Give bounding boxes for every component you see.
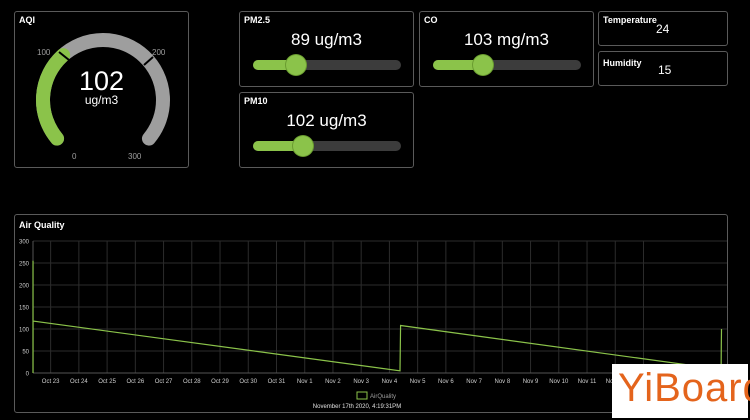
x-tick-label: Oct 31	[268, 379, 286, 385]
logo-text: YiBoard	[618, 366, 750, 410]
y-tick-label: 150	[19, 306, 30, 312]
y-tick-label: 250	[19, 262, 30, 268]
x-tick-label: Oct 27	[155, 379, 173, 385]
x-tick-label: Nov 5	[410, 379, 426, 385]
x-tick-label: Nov 2	[325, 379, 341, 385]
y-tick-label: 300	[19, 240, 30, 246]
x-tick-label: Nov 8	[494, 379, 510, 385]
legend-swatch	[356, 391, 368, 400]
x-tick-label: Nov 1	[297, 379, 313, 385]
x-tick-label: Nov 4	[382, 379, 398, 385]
x-tick-label: Nov 10	[549, 379, 569, 385]
y-tick-label: 100	[19, 328, 30, 334]
chart-footer: November 17th 2020, 4:19:31PM	[313, 404, 401, 410]
x-tick-label: Oct 28	[183, 379, 201, 385]
x-tick-label: Oct 30	[239, 379, 257, 385]
legend-label: AirQuality	[370, 394, 396, 400]
series-line	[32, 260, 723, 374]
x-tick-label: Oct 29	[211, 379, 229, 385]
x-tick-label: Nov 6	[438, 379, 454, 385]
x-tick-label: Oct 24	[70, 379, 88, 385]
y-tick-label: 0	[26, 372, 30, 378]
x-tick-label: Nov 3	[353, 379, 369, 385]
x-tick-label: Nov 11	[578, 379, 597, 385]
x-tick-label: Oct 25	[98, 379, 116, 385]
x-tick-label: Oct 23	[42, 379, 60, 385]
x-tick-label: Nov 9	[523, 379, 539, 385]
y-tick-label: 200	[19, 284, 30, 290]
x-tick-label: Nov 7	[466, 379, 482, 385]
yiboard-logo: YiBoard	[612, 364, 750, 418]
y-tick-label: 50	[22, 350, 29, 356]
x-tick-label: Oct 26	[126, 379, 144, 385]
air-quality-chart: 0 50 100 150 200 250 300 Oct 23 Oct 24 Oct 25 Oct …	[19, 240, 727, 410]
